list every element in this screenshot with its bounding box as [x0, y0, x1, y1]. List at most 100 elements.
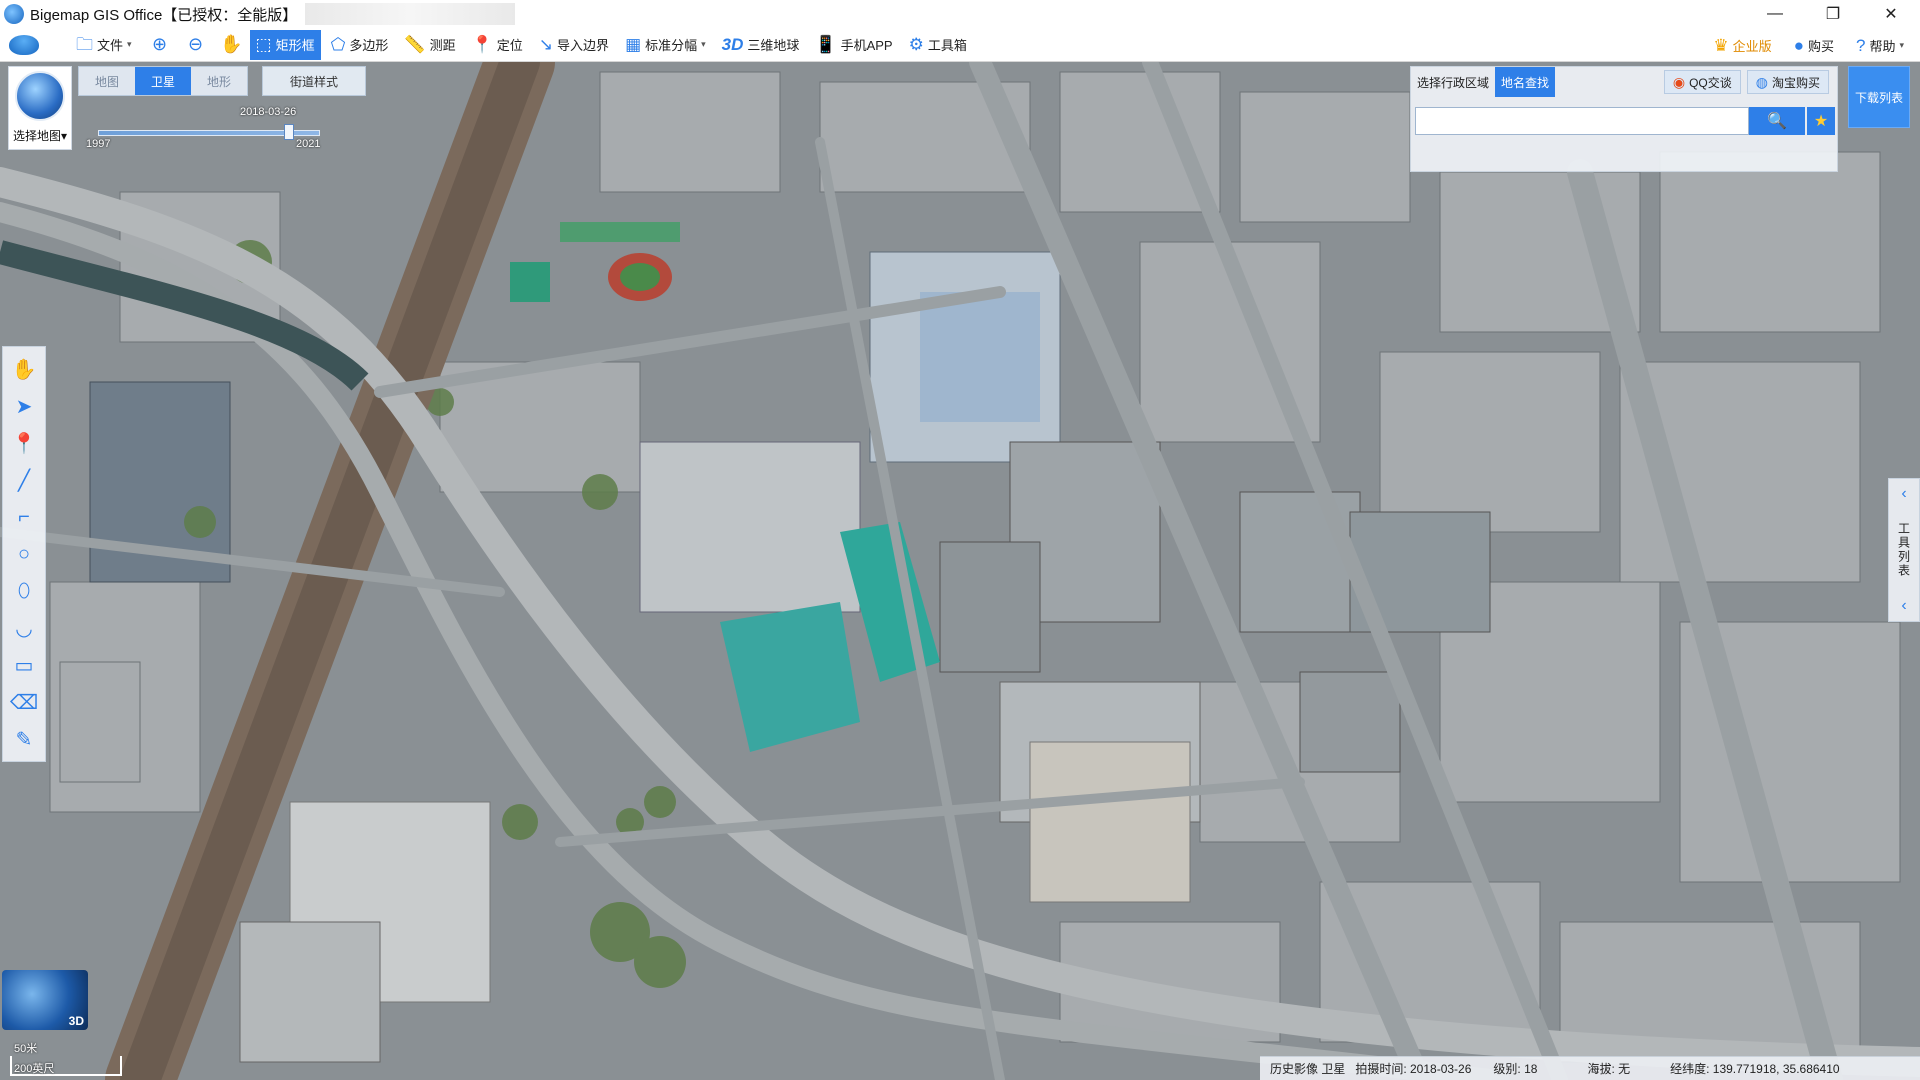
- hand-icon: ✋: [11, 359, 37, 381]
- crown-icon: ♛: [1713, 35, 1729, 55]
- search-icon: 🔍: [1767, 113, 1787, 130]
- title-bar: Bigemap GIS Office【已授权：全能版】 — ❐ ✕: [0, 0, 1920, 28]
- altitude: 海拔: 无: [1587, 1062, 1631, 1076]
- map-type-panel: 选择地图▾ 地图 卫星 地形 街道样式 2018-03-26 1997 2021: [0, 62, 380, 152]
- zoom-in-button[interactable]: ⊕: [142, 30, 178, 60]
- edit-tool[interactable]: ✎: [4, 721, 44, 758]
- arc-tool[interactable]: ◡: [4, 610, 44, 647]
- satellite-map-canvas[interactable]: [0, 62, 1920, 1080]
- imagery-source: 历史影像 卫星: [1270, 1062, 1346, 1076]
- status-bar: 历史影像 卫星 拍摄时间: 2018-03-26 级别: 18 海拔: 无 经纬…: [1260, 1056, 1920, 1080]
- place-search-input[interactable]: [1415, 107, 1749, 135]
- window-title: Bigemap GIS Office【已授权：全能版】: [30, 6, 298, 24]
- line-icon: ╱: [17, 470, 31, 492]
- rectangle-select-button[interactable]: ⬚ 矩形框: [249, 29, 321, 60]
- taobao-buy-button[interactable]: ◍ 淘宝购买: [1746, 70, 1829, 94]
- restore-button[interactable]: ❐: [1804, 0, 1862, 28]
- buy-label: 购买: [1807, 38, 1834, 54]
- select-map-button[interactable]: 选择地图▾: [8, 66, 72, 150]
- file-menu-label: 文件: [97, 38, 124, 53]
- history-timeline: 2018-03-26 1997 2021: [86, 106, 321, 152]
- tab-place-search[interactable]: 地名查找: [1495, 67, 1556, 97]
- timeline-start-year: 1997: [86, 138, 111, 150]
- import-boundary-label: 导入边界: [557, 38, 610, 53]
- tab-select-region[interactable]: 选择行政区域: [1411, 67, 1495, 97]
- enterprise-label: 企业版: [1732, 38, 1772, 54]
- 3d-earth-label: 三维地球: [747, 38, 800, 53]
- qq-chat-button[interactable]: ◉ QQ交谈: [1663, 70, 1741, 94]
- help-icon: ?: [1855, 35, 1866, 55]
- eraser-icon: ⌫: [9, 692, 39, 714]
- measure-distance-button[interactable]: 📏 测距: [398, 30, 461, 60]
- buy-button[interactable]: ● 购买: [1788, 30, 1840, 60]
- rectangle-icon: ▭: [14, 655, 34, 677]
- mobile-app-button[interactable]: 📱 手机APP: [809, 30, 898, 60]
- pan-button[interactable]: ✋: [214, 30, 250, 60]
- polyline-tool[interactable]: ⌐: [4, 499, 44, 536]
- file-menu-button[interactable]: 🗀 文件 ▾: [70, 30, 138, 60]
- toolbox-label: 工具箱: [927, 38, 967, 53]
- rectangle-tool[interactable]: ▭: [4, 647, 44, 684]
- polyline-icon: ⌐: [18, 506, 30, 528]
- app-logo-icon: [4, 4, 24, 24]
- location-pin-icon: 📍: [471, 35, 493, 54]
- locate-button[interactable]: 📍 定位: [466, 30, 529, 60]
- star-icon: ★: [1813, 113, 1829, 130]
- scale-bar: 50米 200英尺: [8, 1040, 148, 1076]
- import-boundary-button[interactable]: ↘ 导入边界: [533, 30, 615, 60]
- taobao-icon: ◍: [1755, 73, 1768, 90]
- chevron-down-icon: ▾: [60, 129, 68, 143]
- mobile-app-label: 手机APP: [840, 38, 893, 53]
- buy-icon: ●: [1793, 35, 1804, 55]
- download-list-button[interactable]: 下载列表: [1848, 66, 1910, 128]
- freehand-tool[interactable]: ⬯: [4, 573, 44, 610]
- polygon-icon: ⬠: [330, 35, 346, 54]
- tab-terrain[interactable]: 地形: [191, 67, 247, 95]
- hand-icon: ✋: [220, 34, 243, 54]
- zoom-out-button[interactable]: ⊖: [178, 30, 214, 60]
- 3d-earth-button[interactable]: 3D 三维地球: [716, 30, 806, 60]
- line-tool[interactable]: ╱: [4, 462, 44, 499]
- qq-chat-label: QQ交谈: [1689, 75, 1732, 90]
- map-type-tabs: 地图 卫星 地形: [78, 66, 248, 96]
- enterprise-button[interactable]: ♛ 企业版: [1707, 30, 1777, 60]
- polygon-label: 多边形: [349, 38, 389, 53]
- help-label: 帮助: [1869, 38, 1896, 54]
- freehand-icon: ⬯: [17, 580, 31, 602]
- help-button[interactable]: ? 帮助 ▾: [1850, 30, 1910, 60]
- chevron-left-icon[interactable]: ‹: [1901, 485, 1906, 503]
- globe-icon: [15, 71, 65, 121]
- polygon-button[interactable]: ⬠ 多边形: [325, 30, 395, 60]
- select-tool[interactable]: ➤: [4, 388, 44, 425]
- tool-list-panel[interactable]: ‹ 工具列表 ‹: [1888, 478, 1920, 622]
- tab-map[interactable]: 地图: [79, 67, 135, 95]
- arc-icon: ◡: [15, 618, 33, 640]
- toolbox-button[interactable]: ⚙ 工具箱: [903, 30, 973, 60]
- chevron-down-icon: ▾: [701, 39, 706, 49]
- coordinates: 经纬度: 139.771918, 35.686410: [1670, 1062, 1840, 1076]
- 3d-icon: 3D: [721, 35, 744, 54]
- close-button[interactable]: ✕: [1862, 0, 1920, 28]
- circle-tool[interactable]: ○: [4, 536, 44, 573]
- street-style-button[interactable]: 街道样式: [262, 66, 366, 96]
- zoom-level: 级别: 18: [1493, 1062, 1538, 1076]
- timeline-slider-handle[interactable]: [283, 124, 294, 140]
- favorites-button[interactable]: ★: [1807, 107, 1835, 135]
- minimap-3d[interactable]: 3D: [2, 970, 88, 1030]
- scale-metric: 50米: [14, 1043, 38, 1055]
- marker-tool[interactable]: 📍: [4, 425, 44, 462]
- timeline-end-year: 2021: [296, 138, 321, 150]
- gear-icon: ⚙: [908, 35, 924, 54]
- main-toolbar: 🗀 文件 ▾ ⊕ ⊖ ✋ ⬚ 矩形框 ⬠ 多边形 📏 测距 📍 定位 ↘ 导入边…: [0, 28, 1920, 62]
- search-button[interactable]: 🔍: [1749, 107, 1805, 135]
- hand-tool[interactable]: ✋: [4, 351, 44, 388]
- edit-icon: ✎: [15, 729, 33, 751]
- minimize-button[interactable]: —: [1746, 0, 1804, 28]
- standard-grid-button[interactable]: ▦ 标准分幅 ▾: [619, 30, 712, 60]
- chevron-left-icon[interactable]: ‹: [1901, 597, 1906, 615]
- app-menu-button[interactable]: [6, 30, 42, 60]
- tab-satellite[interactable]: 卫星: [135, 67, 191, 95]
- eraser-tool[interactable]: ⌫: [4, 684, 44, 721]
- drawing-tools-panel: ✋ ➤ 📍 ╱ ⌐ ○ ⬯ ◡ ▭ ⌫ ✎: [2, 346, 46, 762]
- shot-time: 拍摄时间: 2018-03-26: [1355, 1062, 1472, 1076]
